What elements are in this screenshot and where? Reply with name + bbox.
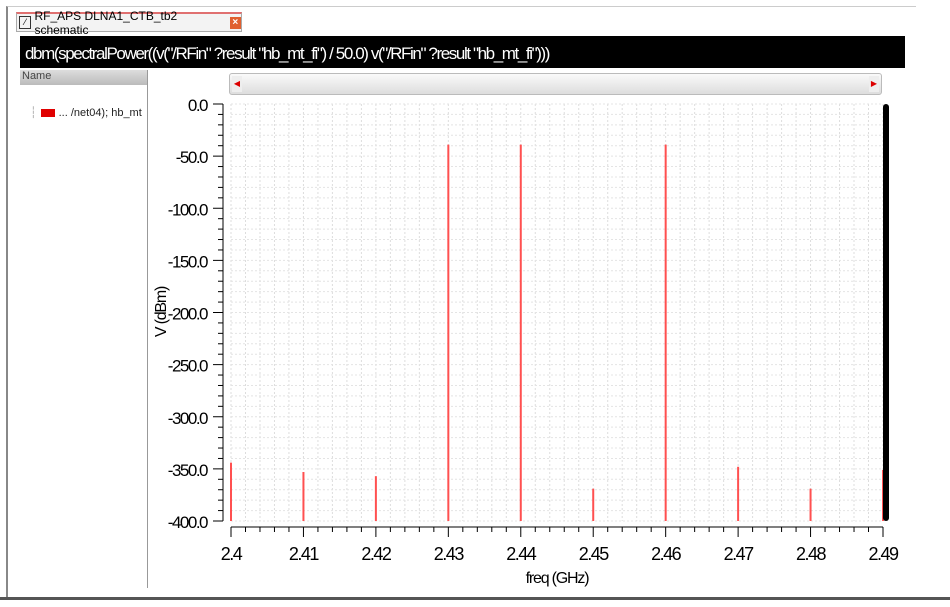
y-tick-label: -200.0 (168, 305, 208, 324)
y-tick-label: -350.0 (168, 461, 208, 480)
y-axis-label: V (dBm) (153, 286, 170, 337)
y-tick-label: -300.0 (168, 409, 208, 428)
x-tick-label: 2.43 (434, 544, 465, 564)
x-tick-label: 2.49 (868, 544, 899, 564)
x-tick-label: 2.46 (651, 544, 682, 564)
x-tick-label: 2.41 (289, 544, 320, 564)
y-tick-label: 0.0 (188, 96, 208, 115)
x-axis-label: freq (GHz) (526, 570, 590, 587)
x-tick-label: 2.47 (724, 544, 755, 564)
y-tick-label: -100.0 (168, 200, 208, 219)
y-tick-label: -250.0 (168, 357, 208, 376)
x-tick-label: 2.48 (796, 544, 827, 564)
right-edge-bar (883, 104, 889, 521)
y-tick-label: -150.0 (168, 252, 208, 271)
x-tick-label: 2.45 (579, 544, 610, 564)
spectrum-chart: 0.0 -50.0 -100.0 -150.0 -200.0 -250.0 -300.0 -3… (153, 96, 900, 587)
x-tick-label: 2.42 (361, 544, 392, 564)
bottom-border (0, 597, 950, 600)
x-tick-label: 2.4 (221, 544, 243, 564)
y-tick-label: -400.0 (168, 513, 208, 532)
x-tick-label: 2.44 (506, 544, 537, 564)
y-tick-label: -50.0 (176, 148, 208, 167)
